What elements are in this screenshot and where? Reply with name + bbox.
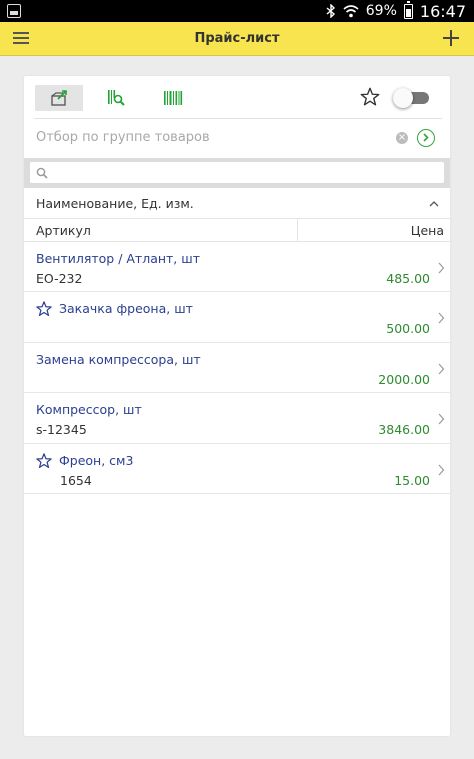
item-price: 2000.00: [378, 371, 430, 387]
clock: 16:47: [419, 1, 466, 21]
group-header[interactable]: Наименование, Ед. изм.: [24, 190, 450, 218]
column-separator: [297, 218, 298, 242]
item-name: Фреон, см3: [59, 452, 134, 468]
folder-icon: [51, 90, 67, 106]
list-item[interactable]: Закачка фреона, шт 500.00: [24, 292, 450, 343]
item-code: EO-232: [36, 271, 83, 286]
chevron-up-icon: [429, 201, 439, 207]
item-code: 1654: [60, 472, 92, 488]
barcode-button[interactable]: [149, 85, 197, 111]
item-price: 500.00: [386, 321, 430, 337]
favorites-star-icon[interactable]: [359, 86, 381, 108]
column-header: Артикул Цена: [24, 218, 450, 242]
add-icon[interactable]: [442, 29, 460, 47]
search-bar: [24, 158, 450, 188]
wifi-icon: [343, 5, 359, 18]
filter-go-icon[interactable]: [417, 129, 435, 147]
chevron-right-icon: [438, 312, 445, 324]
app-bar: Прайс-лист: [0, 22, 474, 56]
barcode-icon: [164, 91, 183, 105]
group-view-button[interactable]: [35, 85, 83, 111]
scan-search-button[interactable]: [92, 85, 140, 111]
chevron-right-icon: [438, 262, 445, 274]
item-name: Вентилятор / Атлант, шт: [36, 251, 200, 266]
item-price: 485.00: [386, 271, 430, 286]
list-item[interactable]: Фреон, см3 1654 15.00: [24, 444, 450, 494]
search-scanner-icon: [108, 90, 125, 106]
item-name: Закачка фреона, шт: [59, 301, 193, 317]
bluetooth-icon: [326, 4, 335, 18]
chevron-right-icon: [438, 363, 445, 375]
group-filter[interactable]: Отбор по группе товаров ×: [24, 120, 450, 156]
group-header-label: Наименование, Ед. изм.: [36, 196, 194, 211]
chevron-right-icon: [438, 464, 445, 475]
battery-icon: [403, 0, 413, 19]
chevron-right-icon: [438, 413, 445, 425]
item-price: 3846.00: [378, 422, 430, 438]
column-price: Цена: [410, 223, 444, 238]
favorites-toggle[interactable]: [393, 88, 431, 108]
item-name: Компрессор, шт: [36, 402, 142, 418]
star-icon: [36, 301, 52, 317]
toolbar: [24, 76, 450, 118]
page-title: Прайс-лист: [194, 31, 280, 46]
star-icon: [36, 452, 52, 468]
list-item[interactable]: Вентилятор / Атлант, шт EO-232 485.00: [24, 242, 450, 293]
list-item[interactable]: Компрессор, шт s-12345 3846.00: [24, 393, 450, 444]
group-filter-placeholder: Отбор по группе товаров: [36, 130, 210, 145]
list-item[interactable]: Замена компрессора, шт 2000.00: [24, 343, 450, 394]
price-list: Вентилятор / Атлант, шт EO-232 485.00 За…: [24, 242, 450, 494]
item-name: Замена компрессора, шт: [36, 351, 201, 367]
item-price: 15.00: [394, 472, 430, 488]
column-article: Артикул: [36, 223, 91, 238]
search-input[interactable]: [30, 162, 444, 183]
screenshot-notification-icon: [7, 4, 21, 18]
item-code: s-12345: [36, 422, 87, 438]
clear-filter-icon[interactable]: ×: [396, 132, 408, 144]
status-bar-right: 69% 16:47: [326, 0, 466, 22]
status-bar: 69% 16:47: [0, 0, 474, 22]
price-list-card: Отбор по группе товаров × Наименование, …: [24, 76, 450, 736]
divider: [34, 118, 442, 119]
battery-percent: 69%: [365, 3, 397, 19]
